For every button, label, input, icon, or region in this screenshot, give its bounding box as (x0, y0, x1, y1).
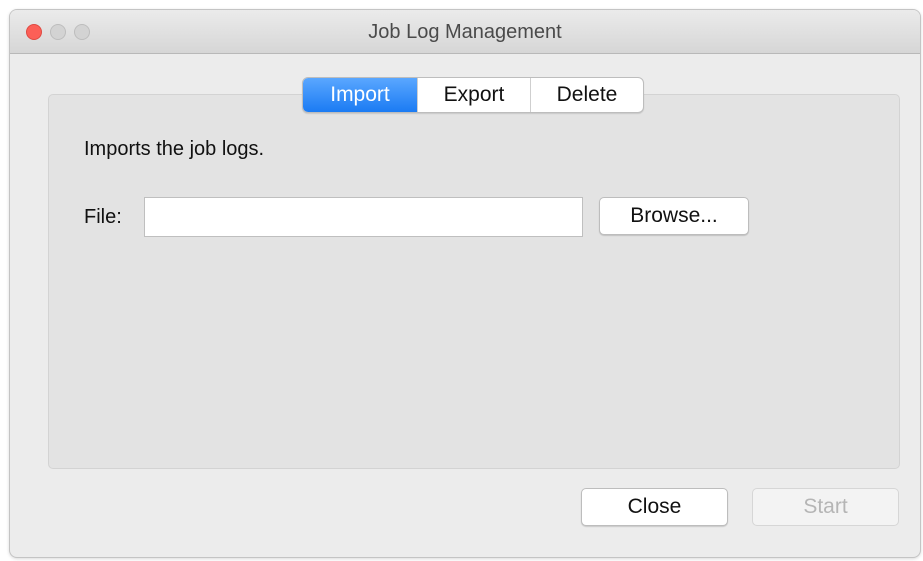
import-description: Imports the job logs. (84, 138, 265, 160)
title-bar[interactable]: Job Log Management (10, 10, 920, 54)
tab-export[interactable]: Export (417, 78, 530, 112)
start-button[interactable]: Start (752, 488, 899, 526)
tab-import[interactable]: Import (303, 78, 417, 112)
tab-delete[interactable]: Delete (530, 78, 643, 112)
segmented-tabs: Import Export Delete (302, 77, 644, 113)
window-title: Job Log Management (368, 21, 562, 43)
file-path-input[interactable] (144, 197, 583, 237)
job-log-management-window: Job Log Management Import Export Delete … (9, 9, 921, 558)
browse-button[interactable]: Browse... (599, 197, 749, 235)
file-label: File: (84, 206, 122, 228)
close-button[interactable]: Close (581, 488, 728, 526)
